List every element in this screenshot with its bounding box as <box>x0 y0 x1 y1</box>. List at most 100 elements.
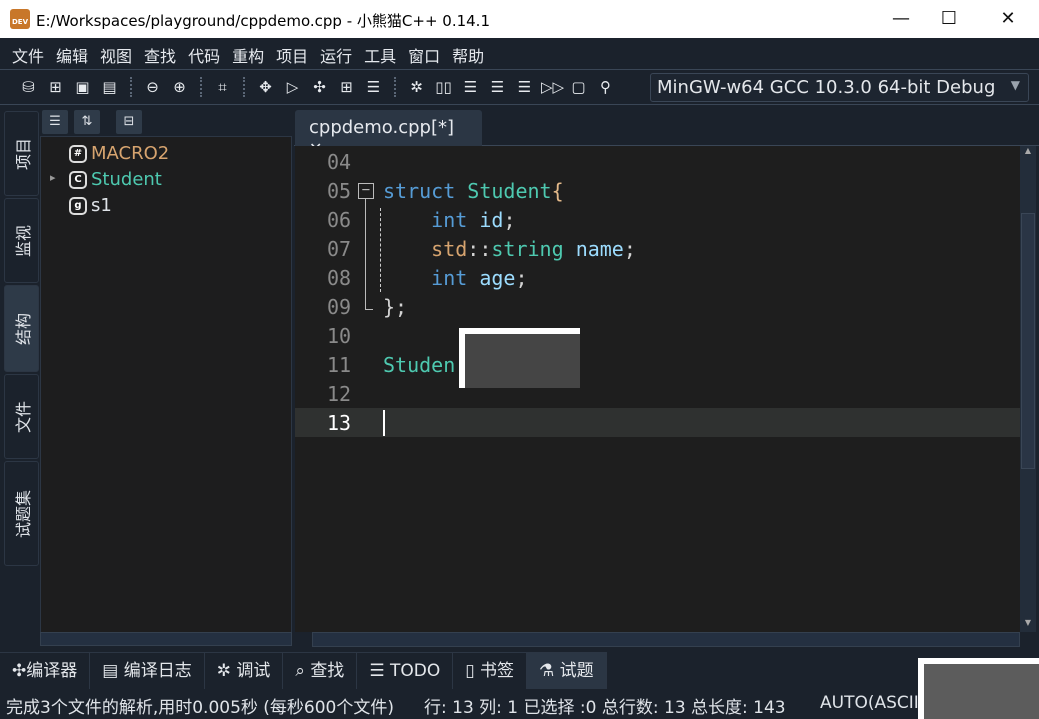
close-button[interactable]: ✕ <box>985 0 1031 38</box>
title-bar: DEV E:/Workspaces/playground/cppdemo.cpp… <box>0 0 1039 38</box>
structure-panel: ☰ ⇅ ⊟ # MACRO2 ▸ C Student g s1 <box>40 108 292 648</box>
code-editor[interactable]: 04 05 06 07 08 09 10 11 12 13 − struct S… <box>295 146 1021 632</box>
menu-search[interactable]: 查找 <box>138 38 182 68</box>
tab-find[interactable]: ⌕ 查找 <box>283 653 357 689</box>
flask-icon: ⚗ <box>539 661 554 681</box>
stop-icon[interactable]: ▢ <box>568 77 589 98</box>
tab-bookmarks[interactable]: ▯ 书签 <box>453 653 527 689</box>
sort-by-type-icon[interactable]: ☰ <box>42 110 68 134</box>
forward-icon[interactable]: ⊕ <box>169 77 190 98</box>
line-number: 09 <box>327 295 367 319</box>
global-var-icon: g <box>69 197 87 215</box>
save-all-icon[interactable]: ▤ <box>99 77 120 98</box>
tab-compile-log[interactable]: ▤ 编译日志 <box>90 653 204 689</box>
line-number: 07 <box>327 237 367 261</box>
indent-guide <box>380 208 381 292</box>
tab-project[interactable]: 项目 <box>4 111 39 196</box>
step-into-icon[interactable]: ☰ <box>487 77 508 98</box>
minimize-button[interactable]: — <box>878 0 924 38</box>
expand-arrow-icon[interactable]: ▸ <box>50 171 56 184</box>
tab-watch[interactable]: 监视 <box>4 198 39 283</box>
vertical-scrollbar[interactable]: ▲ ▼ <box>1020 146 1036 632</box>
compiler-select-value: MinGW-w64 GCC 10.3.0 64-bit Debug <box>657 77 995 98</box>
line-number: 13 <box>327 411 367 435</box>
save-icon[interactable]: ▣ <box>72 77 93 98</box>
bug-icon: ✲ <box>217 661 231 681</box>
menu-bar: 文件 编辑 视图 查找 代码 重构 项目 运行 工具 窗口 帮助 <box>0 38 1039 68</box>
compiler-icon: ✣ <box>12 661 26 681</box>
format-icon[interactable]: ⌗ <box>212 77 233 98</box>
menu-file[interactable]: 文件 <box>6 38 50 68</box>
tab-structure[interactable]: 结构 <box>4 285 39 372</box>
tab-label: 试题集 <box>10 489 34 537</box>
toolbar-separator <box>243 77 245 97</box>
tab-compiler[interactable]: ✣编译器 <box>0 653 90 689</box>
tree-item-macro2[interactable]: # MACRO2 <box>69 143 169 164</box>
maximize-button[interactable]: ☐ <box>926 0 972 38</box>
tab-label: 结构 <box>10 312 34 344</box>
fold-toggle-icon[interactable]: − <box>358 183 374 199</box>
code-line: std::string name; <box>383 237 636 261</box>
compile-run-icon[interactable]: ✣ <box>309 77 330 98</box>
scrollbar-thumb[interactable] <box>1021 213 1035 469</box>
scroll-down-icon[interactable]: ▼ <box>1021 618 1035 632</box>
completion-popup <box>459 328 580 388</box>
chevron-down-icon: ▼ <box>1011 78 1020 92</box>
add-watch-icon[interactable]: ⚲ <box>595 77 616 98</box>
tab-debug[interactable]: ✲ 调试 <box>205 653 284 689</box>
code-line: int age; <box>383 266 528 290</box>
line-number: 10 <box>327 324 367 348</box>
editor-horizontal-scrollbar[interactable] <box>312 632 1020 647</box>
continue-icon[interactable]: ▷▷ <box>541 77 562 98</box>
horizontal-scrollbar[interactable] <box>40 632 292 646</box>
menu-project[interactable]: 项目 <box>270 38 314 68</box>
sort-alpha-icon[interactable]: ⇅ <box>74 110 100 134</box>
new-project-icon[interactable]: ⛁ <box>18 77 39 98</box>
pause-icon[interactable]: ▯▯ <box>433 77 454 98</box>
tree-item-student[interactable]: C Student <box>69 169 162 190</box>
tab-problem-set[interactable]: 试题集 <box>4 461 39 566</box>
tab-problem[interactable]: ⚗ 试题 <box>527 653 607 689</box>
file-encoding[interactable]: AUTO(ASCII) <box>820 693 925 713</box>
back-icon[interactable]: ⊖ <box>142 77 163 98</box>
compiler-select[interactable]: MinGW-w64 GCC 10.3.0 64-bit Debug ▼ <box>650 73 1029 102</box>
app-logo-icon: DEV <box>10 9 30 29</box>
options-icon[interactable]: ☰ <box>363 77 384 98</box>
tab-label: 文件 <box>10 400 34 432</box>
debug-icon[interactable]: ✲ <box>406 77 427 98</box>
menu-window[interactable]: 窗口 <box>402 38 446 68</box>
menu-tools[interactable]: 工具 <box>358 38 402 68</box>
new-file-icon[interactable]: ⊞ <box>45 77 66 98</box>
menu-edit[interactable]: 编辑 <box>50 38 94 68</box>
menu-code[interactable]: 代码 <box>182 38 226 68</box>
menu-run[interactable]: 运行 <box>314 38 358 68</box>
list-icon: ☰ <box>369 661 384 681</box>
line-number: 08 <box>327 266 367 290</box>
run-icon[interactable]: ▷ <box>282 77 303 98</box>
show-inherited-icon[interactable]: ⊟ <box>116 110 142 134</box>
code-line: }; <box>383 295 407 319</box>
rebuild-icon[interactable]: ⊞ <box>336 77 357 98</box>
tree-item-s1[interactable]: g s1 <box>69 195 112 216</box>
tab-cppdemo[interactable]: cppdemo.cpp[*] ✕ <box>295 110 482 146</box>
compile-icon[interactable]: ✥ <box>255 77 276 98</box>
current-line-highlight <box>295 408 1021 437</box>
bottom-tab-bar: ✣编译器 ▤ 编译日志 ✲ 调试 ⌕ 查找 ☰ TODO ▯ 书签 ⚗ 试题 <box>0 652 607 688</box>
scroll-up-icon[interactable]: ▲ <box>1021 146 1035 160</box>
menu-refactor[interactable]: 重构 <box>226 38 270 68</box>
search-icon: ⌕ <box>295 661 305 681</box>
step-over-icon[interactable]: ☰ <box>460 77 481 98</box>
menu-view[interactable]: 视图 <box>94 38 138 68</box>
fold-line <box>365 199 373 310</box>
tab-label: 监视 <box>10 224 34 256</box>
log-icon: ▤ <box>102 661 118 681</box>
tab-label: cppdemo.cpp[*] <box>309 117 454 138</box>
line-number: 06 <box>327 208 367 232</box>
tab-files[interactable]: 文件 <box>4 374 39 459</box>
tab-todo[interactable]: ☰ TODO <box>357 653 453 689</box>
status-message: 完成3个文件的解析,用时0.005秒 (每秒600个文件) <box>6 693 410 718</box>
tree-item-label: MACRO2 <box>91 143 169 164</box>
step-out-icon[interactable]: ☰ <box>514 77 535 98</box>
menu-help[interactable]: 帮助 <box>446 38 490 68</box>
macro-icon: # <box>69 145 87 163</box>
